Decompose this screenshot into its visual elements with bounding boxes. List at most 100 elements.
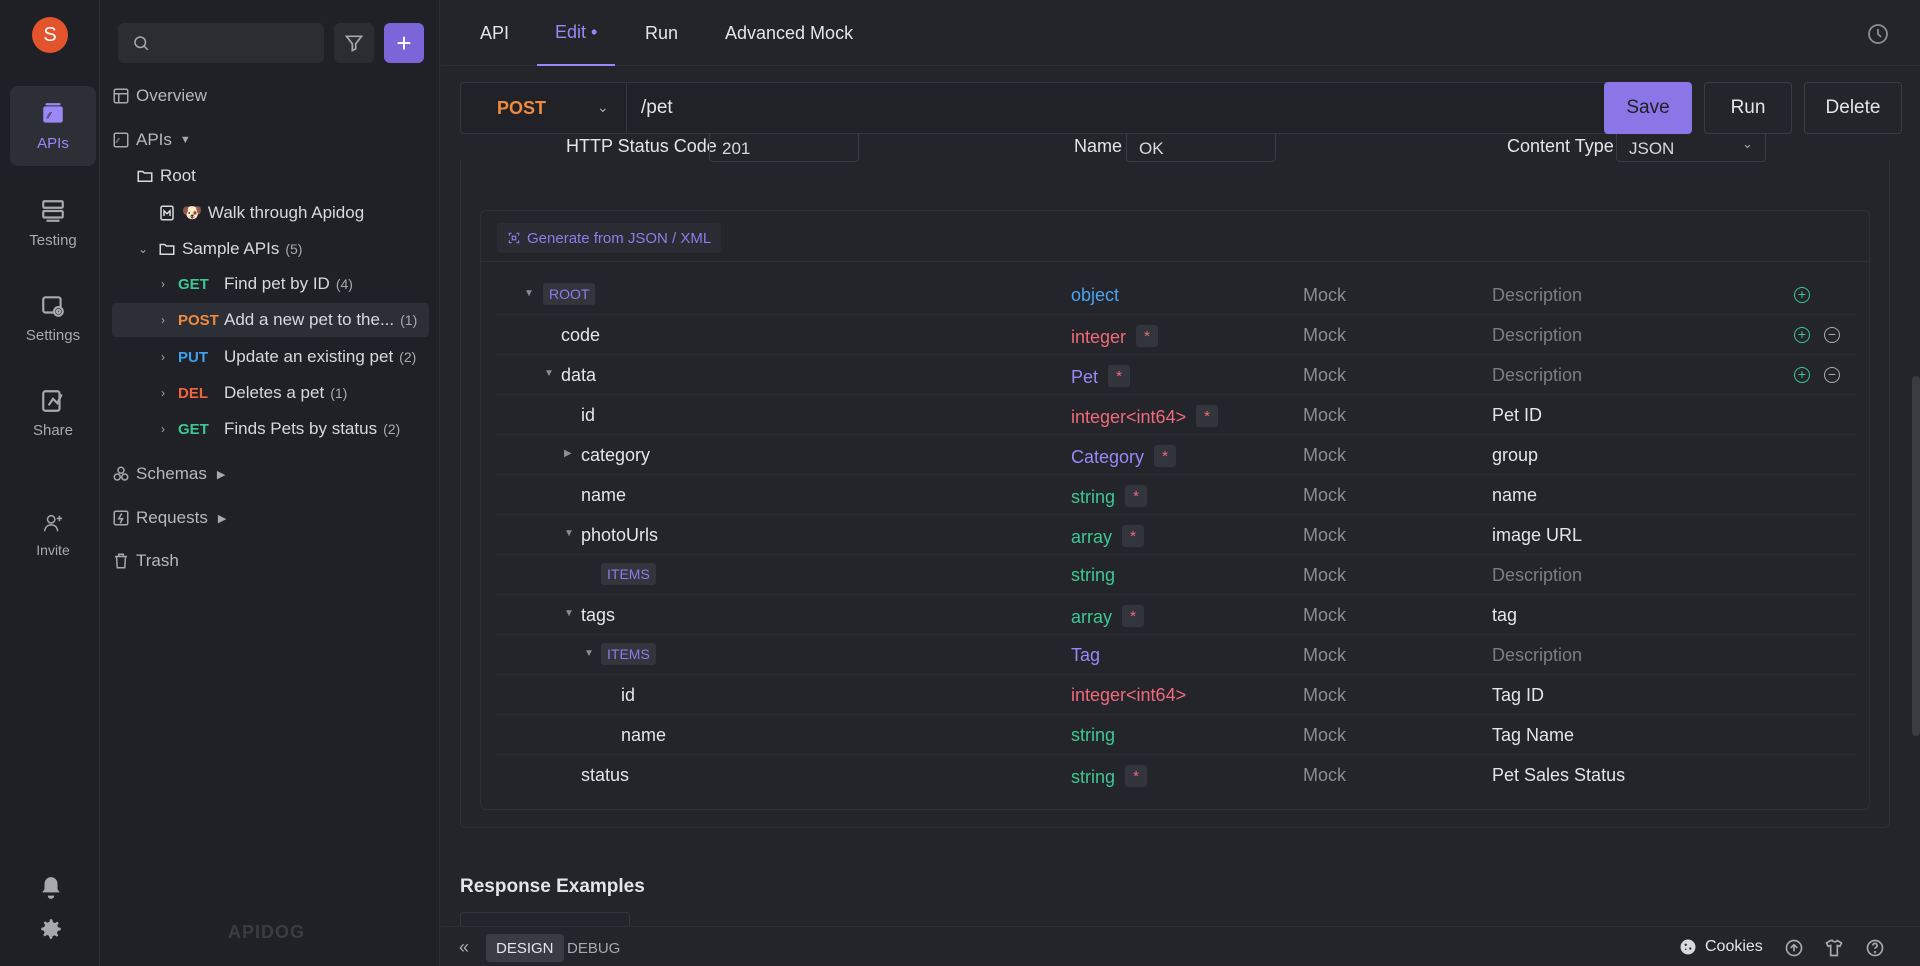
design-mode-button[interactable]: DESIGN	[486, 934, 564, 962]
required-marker[interactable]: *	[1122, 525, 1145, 547]
collapse-toggle-icon[interactable]: ▼	[524, 288, 534, 299]
schema-row[interactable]: ▼ ITEMS Tag Mock Description	[497, 635, 1855, 675]
tab-edit[interactable]: Edit •	[537, 0, 616, 66]
shirt-icon[interactable]	[1824, 938, 1844, 958]
field-type[interactable]: string *	[1071, 765, 1148, 788]
schema-row[interactable]: name string Mock Tag Name	[497, 715, 1855, 755]
field-mock[interactable]: Mock	[1303, 765, 1346, 786]
field-description[interactable]: tag	[1492, 605, 1517, 626]
field-name[interactable]: category	[581, 445, 650, 466]
add-field-icon[interactable]: +	[1794, 327, 1810, 343]
sidebar-endpoint[interactable]: › GET Find pet by ID (4)	[156, 267, 429, 301]
tab-advanced-mock[interactable]: Advanced Mock	[725, 0, 853, 66]
field-type[interactable]: integer<int64> *	[1071, 405, 1219, 428]
required-marker[interactable]: *	[1108, 365, 1131, 387]
scrollbar[interactable]	[1912, 376, 1920, 736]
schema-row[interactable]: ▼ ROOT object Mock Description +	[497, 275, 1855, 315]
field-name[interactable]: tags	[581, 605, 615, 626]
avatar[interactable]: S	[32, 17, 68, 53]
response-examples-tab[interactable]	[460, 912, 630, 926]
field-name[interactable]: id	[621, 685, 635, 706]
field-type[interactable]: Pet *	[1071, 365, 1131, 388]
field-type[interactable]: array *	[1071, 525, 1145, 548]
schema-row[interactable]: ▼ photoUrls array * Mock image URL	[497, 515, 1855, 555]
status-code-input[interactable]: 201	[709, 134, 859, 162]
field-description[interactable]: Tag ID	[1492, 685, 1544, 706]
field-description[interactable]: Description	[1492, 645, 1582, 666]
save-button[interactable]: Save	[1604, 82, 1692, 134]
field-type[interactable]: integer *	[1071, 325, 1159, 348]
sidebar-item-requests[interactable]: Requests ▶	[112, 501, 429, 535]
field-mock[interactable]: Mock	[1303, 565, 1346, 586]
path-input[interactable]: /pet	[641, 97, 673, 119]
bell-icon[interactable]	[38, 875, 64, 901]
schema-row[interactable]: ITEMS string Mock Description	[497, 555, 1855, 595]
field-name[interactable]: status	[581, 765, 629, 786]
field-name[interactable]: name	[581, 485, 626, 506]
field-description[interactable]: Description	[1492, 565, 1582, 586]
required-marker[interactable]: *	[1122, 605, 1145, 627]
rail-invite[interactable]: Invite	[10, 500, 96, 570]
field-type[interactable]: array *	[1071, 605, 1145, 628]
field-mock[interactable]: Mock	[1303, 485, 1346, 506]
history-icon[interactable]	[1866, 22, 1890, 46]
gear-icon[interactable]	[38, 916, 64, 942]
sidebar-endpoint[interactable]: › POST Add a new pet to the... (1)	[112, 303, 429, 337]
collapse-toggle-icon[interactable]: ▼	[544, 368, 554, 379]
chevron-down-icon[interactable]: ⌄	[597, 99, 609, 116]
field-mock[interactable]: Mock	[1303, 405, 1346, 426]
rail-apis[interactable]: ⁄⁄ APIs	[10, 86, 96, 166]
collapse-toggle-icon[interactable]: ▼	[564, 528, 574, 539]
remove-field-icon[interactable]: −	[1824, 367, 1840, 383]
sidebar-item-apis[interactable]: ⁄⁄ APIs ▼	[112, 123, 429, 157]
rail-share[interactable]: Share	[10, 373, 96, 453]
required-marker[interactable]: *	[1136, 325, 1159, 347]
field-name[interactable]: code	[561, 325, 600, 346]
sidebar-endpoint[interactable]: › DEL Deletes a pet (1)	[156, 376, 429, 410]
field-type[interactable]: Tag	[1071, 645, 1100, 666]
field-name[interactable]: name	[621, 725, 666, 746]
sidebar-endpoint[interactable]: › GET Finds Pets by status (2)	[156, 412, 429, 446]
schema-row[interactable]: ▼ tags array * Mock tag	[497, 595, 1855, 635]
help-icon[interactable]	[1865, 938, 1885, 958]
sidebar-item-sample-apis[interactable]: ⌄ Sample APIs (5)	[136, 232, 429, 266]
schema-row[interactable]: code integer * Mock Description + −	[497, 315, 1855, 355]
collapse-toggle-icon[interactable]: ▼	[564, 608, 574, 619]
required-marker[interactable]: *	[1125, 485, 1148, 507]
remove-field-icon[interactable]: −	[1824, 327, 1840, 343]
schema-row[interactable]: status string * Mock Pet Sales Status	[497, 755, 1855, 795]
field-name[interactable]: photoUrls	[581, 525, 658, 546]
schema-row[interactable]: id integer<int64> * Mock Pet ID	[497, 395, 1855, 435]
field-mock[interactable]: Mock	[1303, 285, 1346, 306]
name-input[interactable]: OK	[1126, 134, 1276, 162]
field-mock[interactable]: Mock	[1303, 725, 1346, 746]
field-description[interactable]: image URL	[1492, 525, 1582, 546]
sidebar-item-root[interactable]: Root	[136, 159, 429, 193]
rail-testing[interactable]: Testing	[10, 183, 96, 263]
field-type[interactable]: string	[1071, 725, 1115, 746]
run-button[interactable]: Run	[1704, 82, 1792, 134]
field-mock[interactable]: Mock	[1303, 525, 1346, 546]
field-description[interactable]: name	[1492, 485, 1537, 506]
required-marker[interactable]: *	[1125, 765, 1148, 787]
field-mock[interactable]: Mock	[1303, 685, 1346, 706]
debug-mode-button[interactable]: DEBUG	[557, 934, 630, 962]
add-field-icon[interactable]: +	[1794, 287, 1810, 303]
sidebar-item-trash[interactable]: Trash	[112, 544, 429, 578]
sidebar-item-walkthrough[interactable]: 🐶 Walk through Apidog	[158, 196, 429, 230]
field-mock[interactable]: Mock	[1303, 605, 1346, 626]
required-marker[interactable]: *	[1196, 405, 1219, 427]
field-mock[interactable]: Mock	[1303, 365, 1346, 386]
field-mock[interactable]: Mock	[1303, 445, 1346, 466]
collapse-toggle-icon[interactable]: ▼	[584, 648, 594, 659]
add-button[interactable]: +	[384, 23, 424, 63]
upload-icon[interactable]	[1784, 938, 1804, 958]
schema-row[interactable]: ▶ category Category * Mock group	[497, 435, 1855, 475]
cookies-button[interactable]: Cookies	[1679, 938, 1763, 956]
required-marker[interactable]: *	[1154, 445, 1177, 467]
generate-from-json-button[interactable]: Generate from JSON / XML	[497, 223, 722, 253]
field-description[interactable]: group	[1492, 445, 1538, 466]
tab-api[interactable]: API	[480, 0, 509, 66]
field-description[interactable]: Pet ID	[1492, 405, 1542, 426]
field-type[interactable]: string	[1071, 565, 1115, 586]
